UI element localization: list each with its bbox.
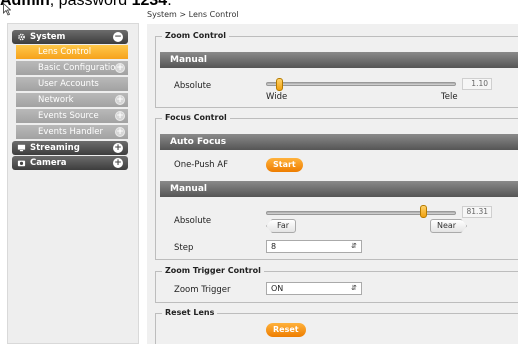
menu-group-camera[interactable]: Camera + xyxy=(12,156,128,170)
sidebar-item-user-accounts[interactable]: User Accounts xyxy=(16,77,128,91)
reset-button[interactable]: Reset xyxy=(266,323,306,337)
sidebar-item-label: Events Handler xyxy=(38,127,103,137)
sidebar-item-lens-control[interactable]: Lens Control xyxy=(16,45,128,59)
section-legend: Zoom Trigger Control xyxy=(162,266,264,275)
zoom-trigger-select[interactable]: ON ⇵ xyxy=(266,282,362,295)
select-arrows-icon: ⇵ xyxy=(351,242,357,250)
zoom-value-readout: 1.10 xyxy=(462,78,492,90)
instruction-caption: Admin, password 1234. xyxy=(0,0,518,10)
step-select[interactable]: 8 ⇵ xyxy=(266,240,362,253)
focus-slider-track[interactable] xyxy=(266,211,456,215)
expand-icon[interactable]: + xyxy=(115,111,125,121)
sidebar-item-events-source[interactable]: Events Source + xyxy=(16,109,128,123)
menu-group-system[interactable]: System − xyxy=(12,30,128,44)
expand-icon[interactable]: + xyxy=(115,95,125,105)
sidebar-item-events-handler[interactable]: Events Handler + xyxy=(16,125,128,139)
reset-lens-section: Reset Lens xyxy=(155,308,518,344)
camera-icon xyxy=(17,160,26,167)
expand-icon[interactable]: + xyxy=(113,158,123,168)
section-legend: Focus Control xyxy=(162,113,230,122)
expand-icon[interactable]: + xyxy=(115,63,125,73)
sidebar-item-label: Network xyxy=(38,95,74,105)
zoom-control-section: Zoom Control xyxy=(155,31,518,108)
focus-slider-thumb[interactable] xyxy=(419,205,427,218)
mouse-cursor-icon xyxy=(3,3,11,16)
caption-suffix: . xyxy=(167,0,172,9)
zoom-trigger-label: Zoom Trigger xyxy=(174,285,231,295)
menu-group-streaming[interactable]: Streaming + xyxy=(12,141,128,155)
gear-icon xyxy=(18,33,25,41)
step-label: Step xyxy=(174,243,194,253)
zoom-slider-track[interactable] xyxy=(266,82,456,86)
sidebar-item-label: Events Source xyxy=(38,111,99,121)
sidebar-item-network[interactable]: Network + xyxy=(16,93,128,107)
sidebar-item-label: Lens Control xyxy=(38,47,92,57)
zoom-trigger-select-value: ON xyxy=(271,284,284,293)
monitor-icon xyxy=(17,144,26,152)
zoom-slider-thumb[interactable] xyxy=(275,78,283,91)
menu-group-label: Streaming xyxy=(30,143,80,153)
breadcrumb: System > Lens Control xyxy=(147,10,239,19)
collapse-icon[interactable]: − xyxy=(113,32,123,42)
one-push-af-label: One-Push AF xyxy=(174,160,228,170)
caption-middle: , password xyxy=(49,0,132,9)
focus-near-button[interactable]: Near xyxy=(430,219,467,233)
step-select-value: 8 xyxy=(271,242,277,251)
sidebar-item-label: Basic Configuration xyxy=(38,63,121,73)
focus-manual-bar: Manual xyxy=(160,181,518,197)
select-arrows-icon: ⇵ xyxy=(351,284,357,292)
menu-group-label: Camera xyxy=(30,158,67,168)
section-legend: Reset Lens xyxy=(162,308,218,317)
expand-icon[interactable]: + xyxy=(113,143,123,153)
section-legend: Zoom Control xyxy=(162,31,229,40)
auto-focus-bar: Auto Focus xyxy=(160,134,518,150)
sidebar-menu: System − Lens Control Basic Configuratio… xyxy=(12,30,128,171)
sidebar-item-basic-configuration[interactable]: Basic Configuration + xyxy=(16,61,128,75)
sidebar-item-label: User Accounts xyxy=(38,79,99,89)
zoom-absolute-label: Absolute xyxy=(174,81,212,91)
focus-far-button[interactable]: Far xyxy=(266,219,297,233)
zoom-wide-label: Wide xyxy=(266,92,288,102)
zoom-manual-bar: Manual xyxy=(160,52,518,68)
start-button[interactable]: Start xyxy=(266,158,303,172)
menu-group-label: System xyxy=(30,32,66,42)
zoom-tele-label: Tele xyxy=(441,92,458,102)
focus-value-readout: 81.31 xyxy=(462,206,492,218)
focus-absolute-label: Absolute xyxy=(174,216,212,226)
caption-password: 1234 xyxy=(131,0,168,9)
expand-icon[interactable]: + xyxy=(115,127,125,137)
